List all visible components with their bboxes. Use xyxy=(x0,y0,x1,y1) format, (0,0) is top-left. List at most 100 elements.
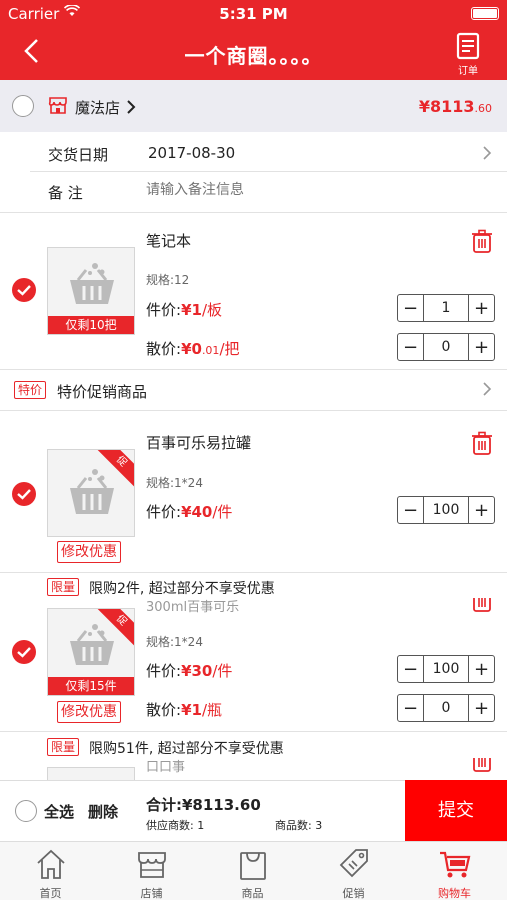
price-amount: ¥40 xyxy=(181,503,213,521)
back-button[interactable] xyxy=(22,38,42,64)
select-all-radio[interactable] xyxy=(15,800,37,822)
product-image[interactable]: 仅剩10把 xyxy=(47,247,135,335)
checkmark-icon xyxy=(17,647,31,658)
delete-button[interactable]: 删除 xyxy=(88,801,118,822)
loose-price-label: 散价: xyxy=(146,701,182,719)
increment-button[interactable]: + xyxy=(469,656,494,682)
decrement-button[interactable]: − xyxy=(398,497,423,523)
tab-goods[interactable]: 商品 xyxy=(202,842,303,900)
loose-price: 散价:¥0.01/把 xyxy=(146,338,240,359)
divider xyxy=(30,171,507,172)
quantity-value[interactable]: 100 xyxy=(423,497,469,523)
loose-price-unit: /把 xyxy=(219,340,240,358)
product-name: 笔记本 xyxy=(146,232,192,250)
page-title: 一个商圈。。。。 xyxy=(184,44,323,68)
product-name: 300ml百事可乐 xyxy=(146,600,240,615)
product-image[interactable] xyxy=(47,767,135,781)
tab-store[interactable]: 店铺 xyxy=(101,842,202,900)
increment-button[interactable]: + xyxy=(469,334,494,360)
special-tag: 特价 xyxy=(14,381,47,399)
quantity-stepper: − 100 + xyxy=(397,496,495,524)
tab-label: 促销 xyxy=(342,887,365,900)
trash-icon[interactable] xyxy=(471,598,493,612)
decrement-button[interactable]: − xyxy=(398,334,423,360)
limit-tag: 限量 xyxy=(47,738,80,756)
item-check[interactable] xyxy=(12,482,36,506)
divider xyxy=(0,731,507,732)
chevron-right-icon xyxy=(483,382,492,396)
remark-input[interactable] xyxy=(146,178,476,202)
modify-discount-button[interactable]: 修改优惠 xyxy=(57,541,121,563)
tab-home[interactable]: 首页 xyxy=(0,842,101,900)
header: Carrier 5:31 PM 一个商圈。。。。 订单 xyxy=(0,0,507,80)
increment-button[interactable]: + xyxy=(469,295,494,321)
decrement-button[interactable]: − xyxy=(398,695,423,721)
product-spec: 规格:1*24 xyxy=(146,476,203,490)
store-select-radio[interactable] xyxy=(12,95,34,117)
quantity-value[interactable]: 0 xyxy=(423,695,469,721)
tab-promotion[interactable]: 促销 xyxy=(303,842,404,900)
tab-cart[interactable]: 购物车 xyxy=(404,842,505,900)
decrement-button[interactable]: − xyxy=(398,656,423,682)
price-value: ¥1/板 xyxy=(181,301,222,319)
special-promo-label[interactable]: 特价促销商品 xyxy=(57,381,147,402)
stock-ribbon: 仅剩10把 xyxy=(48,316,134,334)
unit-price: 件价:¥40/件 xyxy=(146,501,232,522)
increment-button[interactable]: + xyxy=(469,695,494,721)
loose-price-amount: ¥1 xyxy=(181,701,202,719)
price-amount: ¥30 xyxy=(181,662,213,680)
product-image[interactable]: 促 仅剩15件 xyxy=(47,608,135,696)
product-spec: 规格:12 xyxy=(146,273,190,287)
loose-price-label: 散价: xyxy=(146,340,182,358)
price-label: 件价: xyxy=(146,301,182,319)
chevron-right-icon xyxy=(483,146,492,160)
price-label: 件价: xyxy=(146,662,182,680)
increment-button[interactable]: + xyxy=(469,497,494,523)
loose-price-value: ¥1/瓶 xyxy=(181,701,222,719)
price-unit: /件 xyxy=(212,662,233,680)
quantity-value[interactable]: 0 xyxy=(423,334,469,360)
orders-button[interactable]: 订单 xyxy=(451,32,485,77)
divider xyxy=(0,212,507,213)
submit-button[interactable]: 提交 xyxy=(405,780,507,841)
remark-label: 备 注 xyxy=(48,184,83,202)
chevron-right-icon xyxy=(127,100,136,114)
select-all-label[interactable]: 全选 xyxy=(44,801,74,822)
price-tag-icon xyxy=(339,849,368,878)
item-check[interactable] xyxy=(12,640,36,664)
product-image[interactable]: 促 xyxy=(47,449,135,537)
quantity-value[interactable]: 100 xyxy=(423,656,469,682)
tab-label: 购物车 xyxy=(438,887,471,900)
stock-ribbon: 仅剩15件 xyxy=(48,677,134,695)
modify-discount-button[interactable]: 修改优惠 xyxy=(57,701,121,723)
total-amount: 合计:¥8113.60 xyxy=(146,796,261,814)
unit-price: 件价:¥1/板 xyxy=(146,299,222,320)
price-value: ¥30/件 xyxy=(181,662,232,680)
trash-icon[interactable] xyxy=(471,431,493,455)
supplier-count: 供应商数: 1 xyxy=(146,819,205,832)
decrement-button[interactable]: − xyxy=(398,295,423,321)
quantity-value[interactable]: 1 xyxy=(423,295,469,321)
battery-icon xyxy=(471,7,499,20)
divider xyxy=(0,410,507,411)
loose-quantity-stepper: − 0 + xyxy=(397,694,495,722)
trash-icon[interactable] xyxy=(471,229,493,253)
orders-label: 订单 xyxy=(458,66,478,77)
store-name[interactable]: 魔法店 xyxy=(75,97,120,118)
product-spec: 规格:1*24 xyxy=(146,635,203,649)
checkmark-icon xyxy=(17,489,31,500)
quantity-stepper: − 1 + xyxy=(397,294,495,322)
loose-price-decimal: .01 xyxy=(201,344,220,357)
clock: 5:31 PM xyxy=(219,5,288,23)
price-amount: ¥1 xyxy=(181,301,202,319)
order-list-icon xyxy=(456,32,480,60)
loose-quantity-stepper: − 0 + xyxy=(397,333,495,361)
trash-icon[interactable] xyxy=(471,758,493,772)
price-unit: /板 xyxy=(201,301,222,319)
tab-label: 店铺 xyxy=(140,887,163,900)
item-check[interactable] xyxy=(12,278,36,302)
delivery-date[interactable]: 2017-08-30 xyxy=(148,144,235,162)
cart-screen: Carrier 5:31 PM 一个商圈。。。。 订单 魔法店 ¥8113.60… xyxy=(0,0,507,900)
loose-price-unit: /瓶 xyxy=(201,701,222,719)
shopping-bag-icon xyxy=(240,852,266,880)
